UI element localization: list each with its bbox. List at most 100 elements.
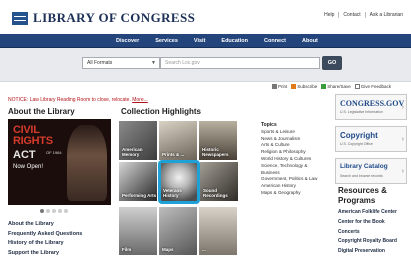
copyright-panel[interactable]: Copyright U.S. Copyright Office › (335, 126, 407, 152)
tile-american-memory[interactable]: American Memory (119, 121, 157, 160)
main-nav: Discover Services Visit Education Connec… (0, 34, 411, 48)
nav-item-about[interactable]: About (294, 34, 326, 48)
topic-link[interactable]: Maps & Geography (261, 190, 319, 197)
tile-performing-arts[interactable]: Performing Arts (119, 162, 157, 201)
resource-link[interactable]: Center for the Book (338, 218, 397, 228)
chevron-down-icon: ▼ (151, 60, 156, 66)
help-link[interactable]: Help (320, 12, 338, 18)
panel-sub: U.S. Copyright Office (340, 142, 373, 146)
tile-film[interactable]: Film (119, 207, 157, 255)
print-label: Print (278, 84, 288, 89)
about-link[interactable]: About the Library (8, 220, 82, 230)
topic-link[interactable]: Arts & Culture (261, 142, 319, 149)
ask-librarian-link[interactable]: Ask a Librarian (364, 12, 407, 18)
go-button[interactable]: GO (322, 56, 342, 70)
banner-year: OF 1964 (46, 150, 62, 155)
nav-item-connect[interactable]: Connect (256, 34, 294, 48)
about-links: About the Library Frequently Asked Quest… (8, 220, 82, 258)
notice-banner: NOTICE: Law Library Reading Room to clos… (8, 97, 148, 103)
topic-link[interactable]: News & Journalism (261, 136, 319, 143)
subscribe-icon (291, 84, 297, 90)
resource-link[interactable]: American Folklife Center (338, 208, 397, 218)
tile-historic-newspapers[interactable]: Historic Newspapers (199, 121, 237, 160)
congress-gov-panel[interactable]: CONGRESS.GOV U.S. Legislative Informatio… (335, 94, 407, 120)
site-logo[interactable]: LIBRARY OF CONGRESS (12, 10, 195, 26)
site-header: LIBRARY OF CONGRESS Help Contact Ask a L… (0, 0, 411, 34)
topics-list: Topics Sports & Leisure News & Journalis… (261, 122, 319, 197)
logo-text: LIBRARY OF CONGRESS (33, 10, 196, 25)
tile-caption: Maps (162, 247, 174, 252)
resources-heading: Resources & Programs (338, 186, 387, 205)
notice-text: NOTICE: Law Library Reading Room to clos… (8, 97, 131, 103)
nav-item-services[interactable]: Services (147, 34, 186, 48)
banner-act: ACT (13, 149, 36, 161)
panel-title: Copyright (340, 131, 378, 140)
tile-caption: ... (202, 247, 206, 252)
topics-heading: Topics (261, 122, 277, 128)
support-link[interactable]: Support the Library (8, 249, 82, 259)
panel-title: Library Catalog (340, 163, 388, 170)
notice-more-link[interactable]: More... (132, 97, 148, 103)
resources-links: American Folklife Center Center for the … (338, 208, 397, 257)
panel-title: CONGRESS.GOV (340, 99, 405, 108)
history-link[interactable]: History of the Library (8, 239, 82, 249)
tile-prints[interactable]: Prints & ... (159, 121, 197, 160)
feedback-link[interactable]: Give Feedback (354, 84, 392, 90)
about-heading: About the Library (8, 107, 75, 116)
topic-link[interactable]: Religion & Philosophy (261, 149, 319, 156)
resource-link[interactable]: Copyright Royalty Board (338, 237, 397, 247)
subscribe-link[interactable]: Subscribe (291, 84, 318, 90)
contact-link[interactable]: Contact (338, 12, 364, 18)
print-icon (272, 84, 277, 90)
carousel-dot[interactable] (58, 209, 62, 213)
topic-link[interactable]: Government, Politics & Law (261, 176, 319, 183)
carousel-dot[interactable] (40, 209, 44, 213)
tile-caption: Historic Newspapers (202, 147, 229, 157)
banner-line2: RIGHTS (13, 135, 53, 147)
tile-caption: Film (122, 247, 132, 252)
banner-portrait (67, 125, 107, 201)
faq-link[interactable]: Frequently Asked Questions (8, 230, 82, 240)
nav-item-discover[interactable]: Discover (108, 34, 147, 48)
carousel-dot[interactable] (52, 209, 56, 213)
share-save-label: Share/Save (327, 84, 351, 89)
resource-link[interactable]: Digital Preservation (338, 247, 397, 257)
carousel-dot[interactable] (64, 209, 68, 213)
carousel-dot[interactable] (46, 209, 50, 213)
library-catalog-panel[interactable]: Library Catalog Search and browse record… (335, 158, 407, 184)
feedback-label: Give Feedback (360, 84, 392, 89)
panel-sub: Search and browse records (340, 174, 383, 178)
tile-caption: Sound Recordings (203, 188, 228, 198)
print-link[interactable]: Print (272, 84, 288, 90)
share-save-link[interactable]: Share/Save (321, 84, 351, 90)
topic-link[interactable]: World History & Cultures (261, 156, 319, 163)
tile-caption: Performing Arts (122, 193, 157, 198)
tile-caption: Prints & ... (162, 152, 185, 157)
utility-links: Help Contact Ask a Librarian (320, 12, 407, 18)
nav-item-education[interactable]: Education (213, 34, 256, 48)
resource-link[interactable]: Concerts (338, 228, 397, 238)
tile-more[interactable]: ... (199, 207, 237, 255)
subscribe-label: Subscribe (297, 84, 318, 89)
civil-rights-banner[interactable]: CIVIL RIGHTS ACT OF 1964 Now Open! (8, 119, 111, 205)
panel-sub: U.S. Legislative Information (340, 110, 383, 114)
search-input[interactable]: Search Loc.gov (160, 57, 320, 69)
topic-link[interactable]: Sports & Leisure (261, 129, 319, 136)
topic-link[interactable]: Science, Technology & Business (261, 163, 319, 177)
loc-logo-icon (12, 11, 28, 25)
banner-title: CIVIL RIGHTS (13, 125, 53, 147)
format-select[interactable]: All Formats ▼ (82, 57, 160, 69)
tile-sound-recordings[interactable]: Sound Recordings (200, 162, 238, 201)
share-icon (321, 84, 327, 90)
tile-caption: American Memory (122, 147, 143, 157)
topic-link[interactable]: American History (261, 183, 319, 190)
nav-item-visit[interactable]: Visit (186, 34, 214, 48)
chevron-right-icon: › (401, 168, 404, 175)
feedback-icon (354, 84, 360, 90)
banner-open: Now Open! (13, 164, 44, 170)
tile-maps[interactable]: Maps (159, 207, 197, 255)
chevron-right-icon: › (401, 136, 404, 143)
collection-highlights-heading: Collection Highlights (121, 107, 201, 116)
selection-highlight (158, 160, 200, 204)
format-select-value: All Formats (87, 60, 113, 66)
